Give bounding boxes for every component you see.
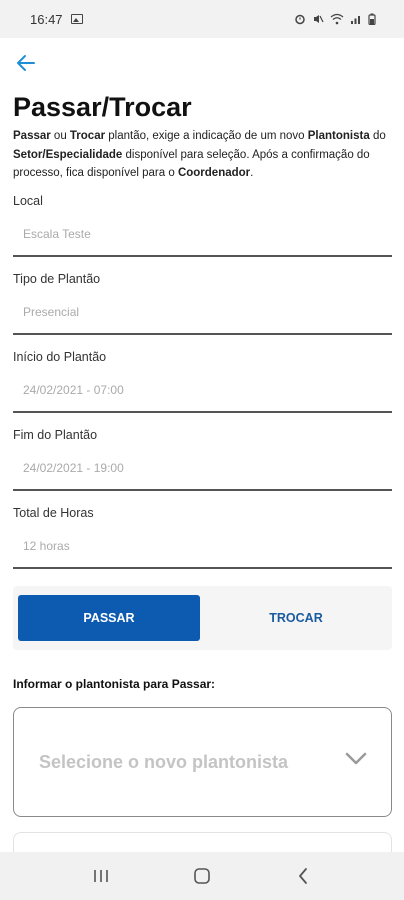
description-part: plantão, exige a indicação de um novo xyxy=(105,130,308,142)
recents-icon xyxy=(93,870,108,882)
field-label-inicio: Início do Plantão xyxy=(13,350,107,364)
field-underline xyxy=(13,411,392,413)
page-title: Passar/Trocar xyxy=(13,92,192,122)
plantonista-select-placeholder: Selecione o novo plantonista xyxy=(39,751,289,772)
chevron-down-icon xyxy=(345,752,367,765)
wifi-icon xyxy=(330,13,344,25)
field-value-fim: 24/02/2021 - 19:00 xyxy=(23,461,124,475)
description-part: Passar xyxy=(13,130,51,142)
field-label-tipo: Tipo de Plantão xyxy=(13,272,101,286)
field-local: Local Escala Teste xyxy=(13,194,392,258)
description-part: Plantonista xyxy=(307,130,370,142)
field-underline xyxy=(13,489,392,491)
field-tipo-plantao: Tipo de Plantão Presencial xyxy=(13,272,392,336)
mute-icon xyxy=(314,15,324,23)
back-button[interactable] xyxy=(12,50,40,76)
field-inicio-plantao: Início do Plantão 24/02/2021 - 07:00 xyxy=(13,350,392,414)
inform-plantonista-label: Informar o plantonista para Passar: xyxy=(13,677,216,691)
android-nav-bar xyxy=(0,852,404,900)
arrow-left-icon xyxy=(17,55,35,71)
description-part: . xyxy=(250,167,254,179)
field-underline xyxy=(13,567,392,569)
plantonista-select[interactable]: Selecione o novo plantonista xyxy=(13,707,392,817)
back-chevron-icon xyxy=(299,868,308,884)
field-total-horas: Total de Horas 12 horas xyxy=(13,506,392,570)
trocar-button[interactable]: TROCAR xyxy=(204,595,388,641)
description-part: Setor/Especialidade xyxy=(13,148,123,161)
description-part: Trocar xyxy=(69,130,106,142)
field-value-local: Escala Teste xyxy=(23,227,91,241)
field-fim-plantao: Fim do Plantão 24/02/2021 - 19:00 xyxy=(13,428,392,492)
recents-button[interactable] xyxy=(81,856,121,896)
field-value-tipo: Presencial xyxy=(23,305,80,319)
field-underline xyxy=(13,255,392,257)
status-left: 16:47 xyxy=(30,12,83,27)
field-label-local: Local xyxy=(13,194,43,208)
description-part: Coordenador xyxy=(177,167,251,179)
field-label-fim: Fim do Plantão xyxy=(13,428,98,442)
signal-icon xyxy=(351,16,360,24)
field-label-total: Total de Horas xyxy=(13,506,94,520)
status-bar: 16:47 xyxy=(0,0,404,38)
home-icon xyxy=(194,868,210,884)
passar-button[interactable]: PASSAR xyxy=(18,595,200,641)
passar-trocar-toggle: PASSAR TROCAR xyxy=(13,586,392,650)
description-part: do xyxy=(369,130,386,142)
alarm-icon xyxy=(295,14,305,25)
description-text: Passar ou Trocar plantão, exige a indica… xyxy=(13,127,393,183)
image-notification-icon xyxy=(70,14,83,24)
battery-icon xyxy=(368,13,376,25)
status-time: 16:47 xyxy=(30,11,63,27)
status-indicators xyxy=(294,13,376,25)
field-value-total: 12 horas xyxy=(23,539,70,553)
home-button[interactable] xyxy=(182,856,222,896)
field-underline xyxy=(13,333,392,335)
field-value-inicio: 24/02/2021 - 07:00 xyxy=(23,383,124,397)
description-part: ou xyxy=(50,130,70,142)
nav-back-button[interactable] xyxy=(283,856,323,896)
